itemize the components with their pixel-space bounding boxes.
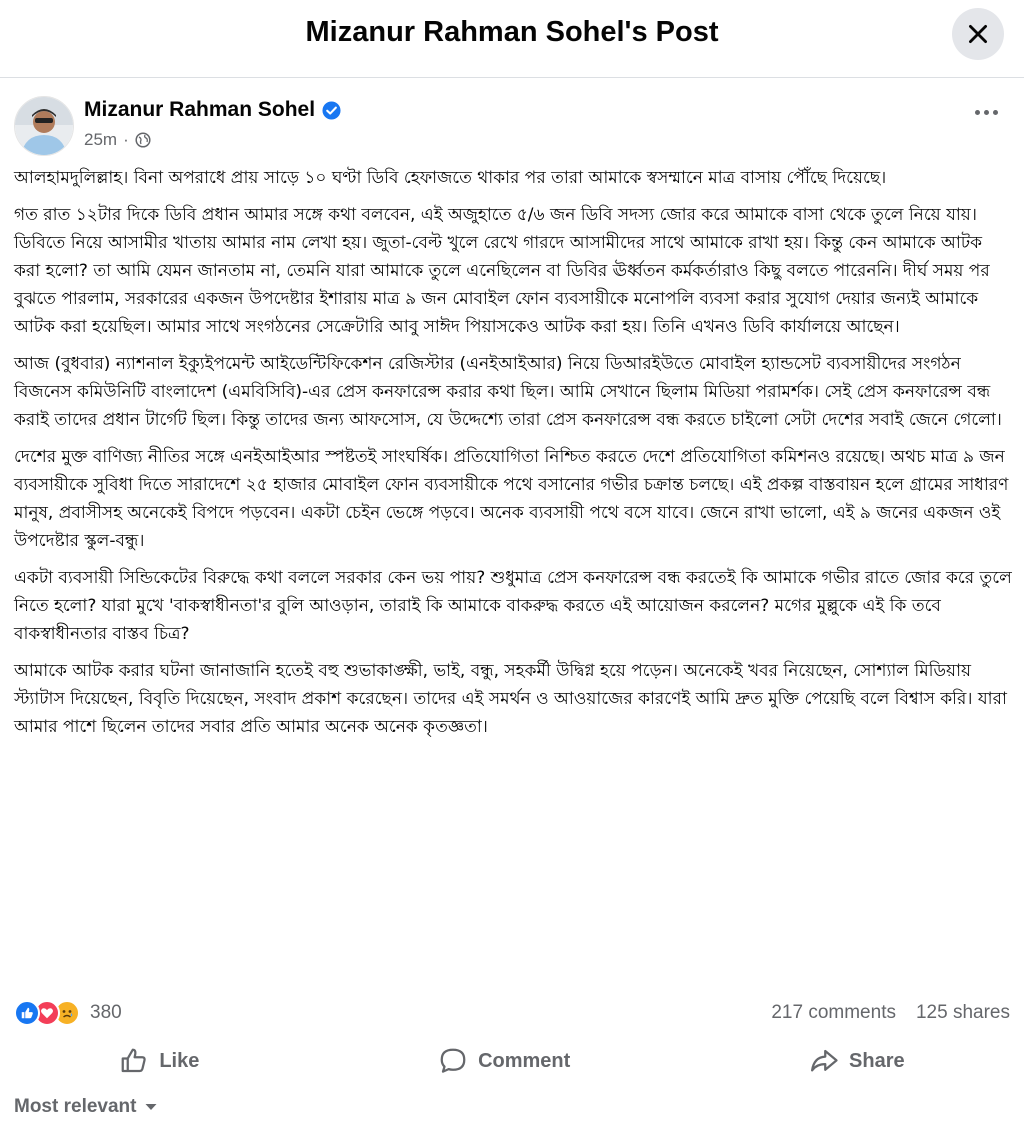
sort-label: Most relevant: [14, 1096, 137, 1117]
close-icon: [969, 25, 987, 43]
page-title: Mizanur Rahman Sohel's Post: [305, 16, 719, 48]
comment-icon: [440, 1048, 466, 1073]
like-icon: [121, 1048, 147, 1073]
post-paragraph: গত রাত ১২টার দিকে ডিবি প্রধান আমার সঙ্গে…: [14, 205, 990, 337]
meta-separator: ·: [123, 130, 129, 149]
post-dialog: Mizanur Rahman Sohel's Post Mizanur Rahm…: [0, 0, 1024, 1127]
post-body: আলহামদুলিল্লাহ। বিনা অপরাধে প্রায় সাড়ে…: [14, 164, 1012, 750]
chevron-down-icon: [145, 1104, 157, 1110]
dialog-header: Mizanur Rahman Sohel's Post: [0, 0, 1024, 78]
avatar[interactable]: [14, 96, 74, 156]
share-label: Share: [849, 1049, 905, 1072]
author-row: Mizanur Rahman Sohel: [84, 98, 341, 122]
reaction-count[interactable]: 380: [90, 1002, 122, 1024]
globe-icon: [135, 132, 151, 148]
reaction-summary[interactable]: 380: [14, 1000, 122, 1026]
share-icon: [811, 1049, 838, 1072]
like-button[interactable]: Like: [119, 1046, 199, 1076]
post-meta: 25m ·: [84, 130, 151, 150]
comment-button[interactable]: Comment: [438, 1046, 570, 1076]
share-button[interactable]: Share: [809, 1046, 905, 1076]
comments-sort-dropdown[interactable]: Most relevant: [14, 1096, 158, 1118]
action-bar: Like Comment Share: [0, 1040, 1024, 1082]
post-paragraph: আমাকে আটক করার ঘটনা জানাজানি হতেই বহু শু…: [14, 661, 1007, 737]
author-name[interactable]: Mizanur Rahman Sohel: [84, 98, 315, 122]
post-paragraph: দেশের মুক্ত বাণিজ্য নীতির সঙ্গে এনইআইআর …: [14, 447, 1009, 551]
shares-count[interactable]: 125 shares: [916, 1002, 1010, 1024]
like-label: Like: [159, 1049, 200, 1072]
comment-label: Comment: [478, 1049, 571, 1072]
post-paragraph: আলহামদুলিল্লাহ। বিনা অপরাধে প্রায় সাড়ে…: [14, 168, 887, 188]
like-icon: [14, 1000, 40, 1026]
comments-count[interactable]: 217 comments: [771, 1002, 896, 1024]
post-paragraph: আজ (বুধবার) ন্যাশনাল ইক্যুইপমেন্ট আইডেন্…: [14, 354, 1002, 430]
close-button[interactable]: [952, 8, 1004, 60]
verified-badge-icon: [322, 100, 341, 120]
post-paragraph: একটা ব্যবসায়ী সিন্ডিকেটের বিরুদ্ধে কথা …: [14, 568, 1012, 644]
more-options-button[interactable]: [975, 110, 998, 115]
engagement-counts: 217 comments 125 shares: [771, 1002, 1010, 1024]
more-horizontal-icon: [975, 110, 980, 115]
post-time[interactable]: 25m: [84, 130, 117, 150]
